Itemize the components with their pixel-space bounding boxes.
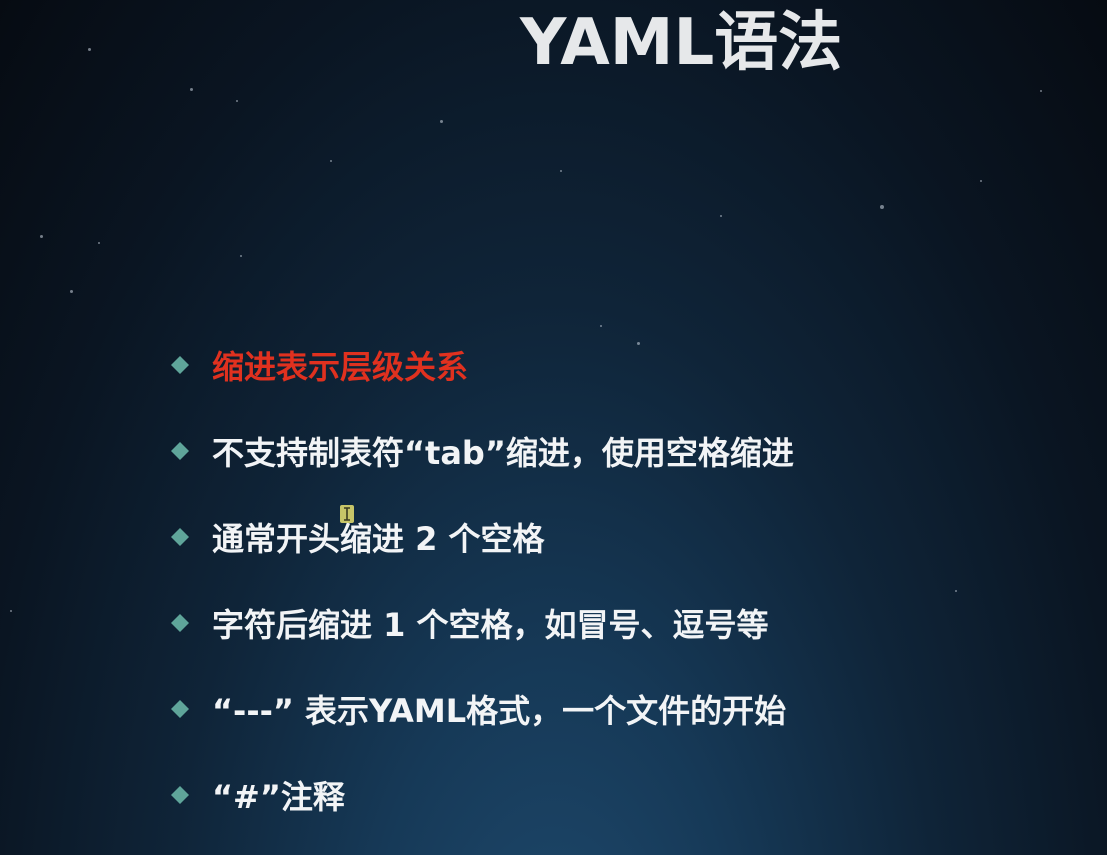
diamond-bullet-icon [170,527,190,547]
bullet-item: “#”注释 [170,752,1070,838]
star [98,242,100,244]
diamond-bullet-icon [170,785,190,805]
star [88,48,91,51]
star [330,160,332,162]
bullet-text: 缩进表示层级关系 [212,348,469,386]
diamond-bullet-icon [170,355,190,375]
bullet-text: 不支持制表符“tab”缩进，使用空格缩进 [212,434,794,472]
bullet-item: 字符后缩进 1 个空格，如冒号、逗号等 [170,580,1070,666]
star [190,88,193,91]
star [440,120,443,123]
bullet-item: 不支持制表符“tab”缩进，使用空格缩进 [170,408,1070,494]
star [240,255,242,257]
bullet-text: 通常开头缩进 2 个空格 [212,520,545,558]
bullet-item: 通常开头缩进 2 个空格 [170,494,1070,580]
star [70,290,73,293]
star [1040,90,1042,92]
text-cursor-icon [340,505,354,523]
bullet-item: “---” 表示YAML格式，一个文件的开始 [170,666,1070,752]
diamond-bullet-icon [170,441,190,461]
bullet-text: “#”注释 [212,778,345,816]
star [236,100,238,102]
star [560,170,562,172]
bullet-list: 缩进表示层级关系 不支持制表符“tab”缩进，使用空格缩进 通常开头缩进 2 个… [170,322,1070,838]
diamond-bullet-icon [170,613,190,633]
star [980,180,982,182]
star [40,235,43,238]
bullet-text: “---” 表示YAML格式，一个文件的开始 [212,692,787,730]
slide-title: YAML语法 [520,6,843,80]
bullet-item: 缩进表示层级关系 [170,322,1070,408]
star [880,205,884,209]
star [10,610,12,612]
star [720,215,722,217]
bullet-text: 字符后缩进 1 个空格，如冒号、逗号等 [212,606,769,644]
diamond-bullet-icon [170,699,190,719]
